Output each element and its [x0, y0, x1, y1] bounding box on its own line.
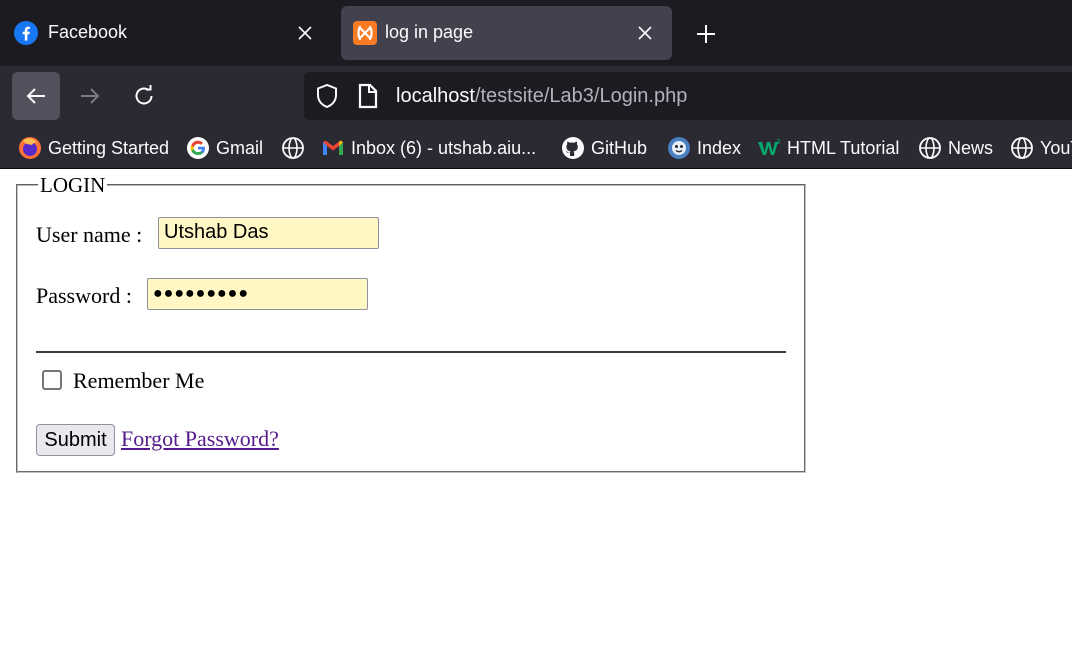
url-host: localhost — [396, 85, 475, 107]
close-tab-icon[interactable] — [294, 22, 316, 44]
arrow-left-icon — [26, 88, 45, 104]
close-tab-icon[interactable] — [634, 22, 656, 44]
bookmarks-bar: Getting Started Gmail Inbox (6) - utshab… — [0, 126, 1072, 169]
bookmark-label: GitHub — [591, 137, 648, 158]
bookmark-label: Getting Started — [48, 137, 170, 158]
navigation-toolbar: localhost/testsite/Lab3/Login.php — [0, 66, 1072, 126]
google-icon — [186, 136, 210, 160]
bookmark-index[interactable]: Index — [667, 135, 741, 161]
tab-facebook[interactable]: Facebook — [6, 6, 332, 60]
globe-icon — [918, 136, 942, 160]
reload-button[interactable] — [120, 72, 168, 120]
globe-icon — [1010, 136, 1034, 160]
bookmark-github[interactable]: GitHub — [561, 135, 647, 161]
bookmark-label: Index — [697, 137, 742, 158]
plus-icon — [697, 25, 715, 43]
address-bar[interactable]: localhost/testsite/Lab3/Login.php — [304, 72, 1072, 120]
password-label: Password : — [36, 283, 132, 308]
tab-log-in-page[interactable]: log in page — [341, 6, 672, 60]
new-tab-button[interactable] — [692, 20, 720, 48]
username-label: User name : — [36, 222, 143, 247]
reload-icon — [135, 85, 153, 105]
url-path: /testsite/Lab3/Login.php — [474, 85, 688, 107]
index-icon — [667, 136, 691, 160]
shield-icon[interactable] — [314, 83, 340, 109]
facebook-icon — [14, 21, 38, 45]
bookmark-getting-started[interactable]: Getting Started — [18, 135, 169, 161]
w3schools-icon: 3 — [757, 136, 781, 160]
submit-button[interactable]: Submit — [36, 424, 115, 456]
bookmark-news[interactable]: News — [918, 135, 993, 161]
bookmark-html-tutorial[interactable]: 3 HTML Tutorial — [757, 135, 899, 161]
back-button[interactable] — [12, 72, 60, 120]
username-input[interactable]: Utshab Das — [158, 217, 379, 249]
github-icon — [561, 136, 585, 160]
page-content: LOGIN User name : Utshab Das Password : … — [0, 170, 1072, 648]
gmail-icon — [321, 136, 345, 160]
bookmark-label: News — [948, 137, 994, 158]
xampp-icon — [353, 21, 377, 45]
forward-button[interactable] — [66, 72, 114, 120]
divider — [36, 351, 786, 353]
bookmark-inbox[interactable]: Inbox (6) - utshab.aiu... — [321, 135, 536, 161]
remember-me-checkbox[interactable] — [42, 370, 62, 390]
bookmark-globe[interactable] — [281, 135, 311, 161]
login-legend: LOGIN — [38, 173, 108, 197]
bookmark-youtube[interactable]: YouT — [1010, 135, 1072, 161]
svg-text:3: 3 — [776, 138, 780, 146]
globe-icon — [281, 136, 305, 160]
url-text: localhost/testsite/Lab3/Login.php — [396, 85, 687, 108]
firefox-icon — [18, 136, 42, 160]
forgot-password-link[interactable]: Forgot Password? — [121, 426, 279, 452]
remember-me-label[interactable]: Remember Me — [73, 368, 204, 394]
bookmark-label: Gmail — [216, 137, 264, 158]
bookmark-gmail-google[interactable]: Gmail — [186, 135, 263, 161]
tab-title: Facebook — [48, 22, 128, 42]
arrow-right-icon — [81, 88, 100, 104]
bookmark-label: YouT — [1040, 137, 1072, 158]
bookmark-label: HTML Tutorial — [787, 137, 900, 158]
bookmark-label: Inbox (6) - utshab.aiu... — [351, 137, 537, 158]
tab-strip: Facebook log in page — [0, 0, 1072, 66]
tab-title: log in page — [385, 22, 474, 42]
page-icon[interactable] — [356, 83, 380, 109]
password-input[interactable]: ●●●●●●●●● — [147, 278, 368, 310]
